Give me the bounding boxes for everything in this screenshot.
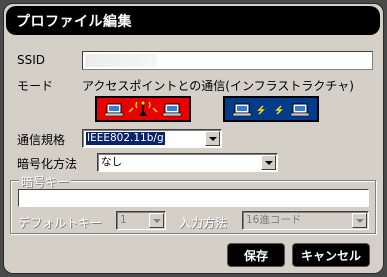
default-key-label: デフォルトキー bbox=[18, 216, 103, 230]
mode-label: モード bbox=[17, 79, 54, 93]
mode-value: アクセスポイントとの通信(インフラストラクチャ) bbox=[82, 79, 354, 93]
chevron-down-icon[interactable] bbox=[205, 131, 220, 146]
chevron-down-icon[interactable] bbox=[261, 155, 276, 170]
input-method-value: 16進コード bbox=[246, 214, 302, 226]
save-button[interactable]: 保存 bbox=[227, 243, 285, 267]
chevron-down-icon[interactable] bbox=[149, 213, 164, 228]
encryption-select-value: なし bbox=[101, 156, 122, 168]
default-key-select[interactable]: 1 bbox=[116, 211, 166, 230]
chevron-down-icon[interactable] bbox=[352, 213, 367, 228]
encryption-label: 暗号化方法 bbox=[17, 157, 78, 171]
standard-label: 通信規格 bbox=[17, 133, 66, 147]
profile-edit-dialog: プロファイル編集 SSID モード アクセスポイントとの通信(インフラストラクチ… bbox=[0, 0, 387, 277]
mode-adhoc-button[interactable] bbox=[223, 96, 319, 122]
default-key-value: 1 bbox=[120, 214, 127, 226]
standard-select[interactable]: IEEE802.11b/g bbox=[82, 129, 222, 148]
title-bar: プロファイル編集 bbox=[6, 6, 380, 35]
ssid-masked-value bbox=[85, 54, 157, 67]
ssid-label: SSID bbox=[17, 53, 46, 67]
dialog-title: プロファイル編集 bbox=[16, 14, 132, 30]
standard-select-value: IEEE802.11b/g bbox=[86, 132, 165, 145]
encryption-select[interactable]: なし bbox=[97, 153, 278, 172]
computer-to-computer-icon bbox=[232, 103, 310, 117]
mode-access-point-button[interactable] bbox=[95, 96, 191, 122]
encryption-key-input[interactable] bbox=[18, 189, 369, 207]
cancel-button[interactable]: キャンセル bbox=[292, 243, 370, 267]
encryption-key-legend: 暗号キー bbox=[19, 173, 72, 190]
input-method-label: 入力方法 bbox=[179, 216, 228, 230]
ssid-input[interactable] bbox=[82, 51, 373, 70]
input-method-select[interactable]: 16進コード bbox=[242, 211, 369, 230]
computers-to-access-point-icon bbox=[104, 100, 182, 117]
